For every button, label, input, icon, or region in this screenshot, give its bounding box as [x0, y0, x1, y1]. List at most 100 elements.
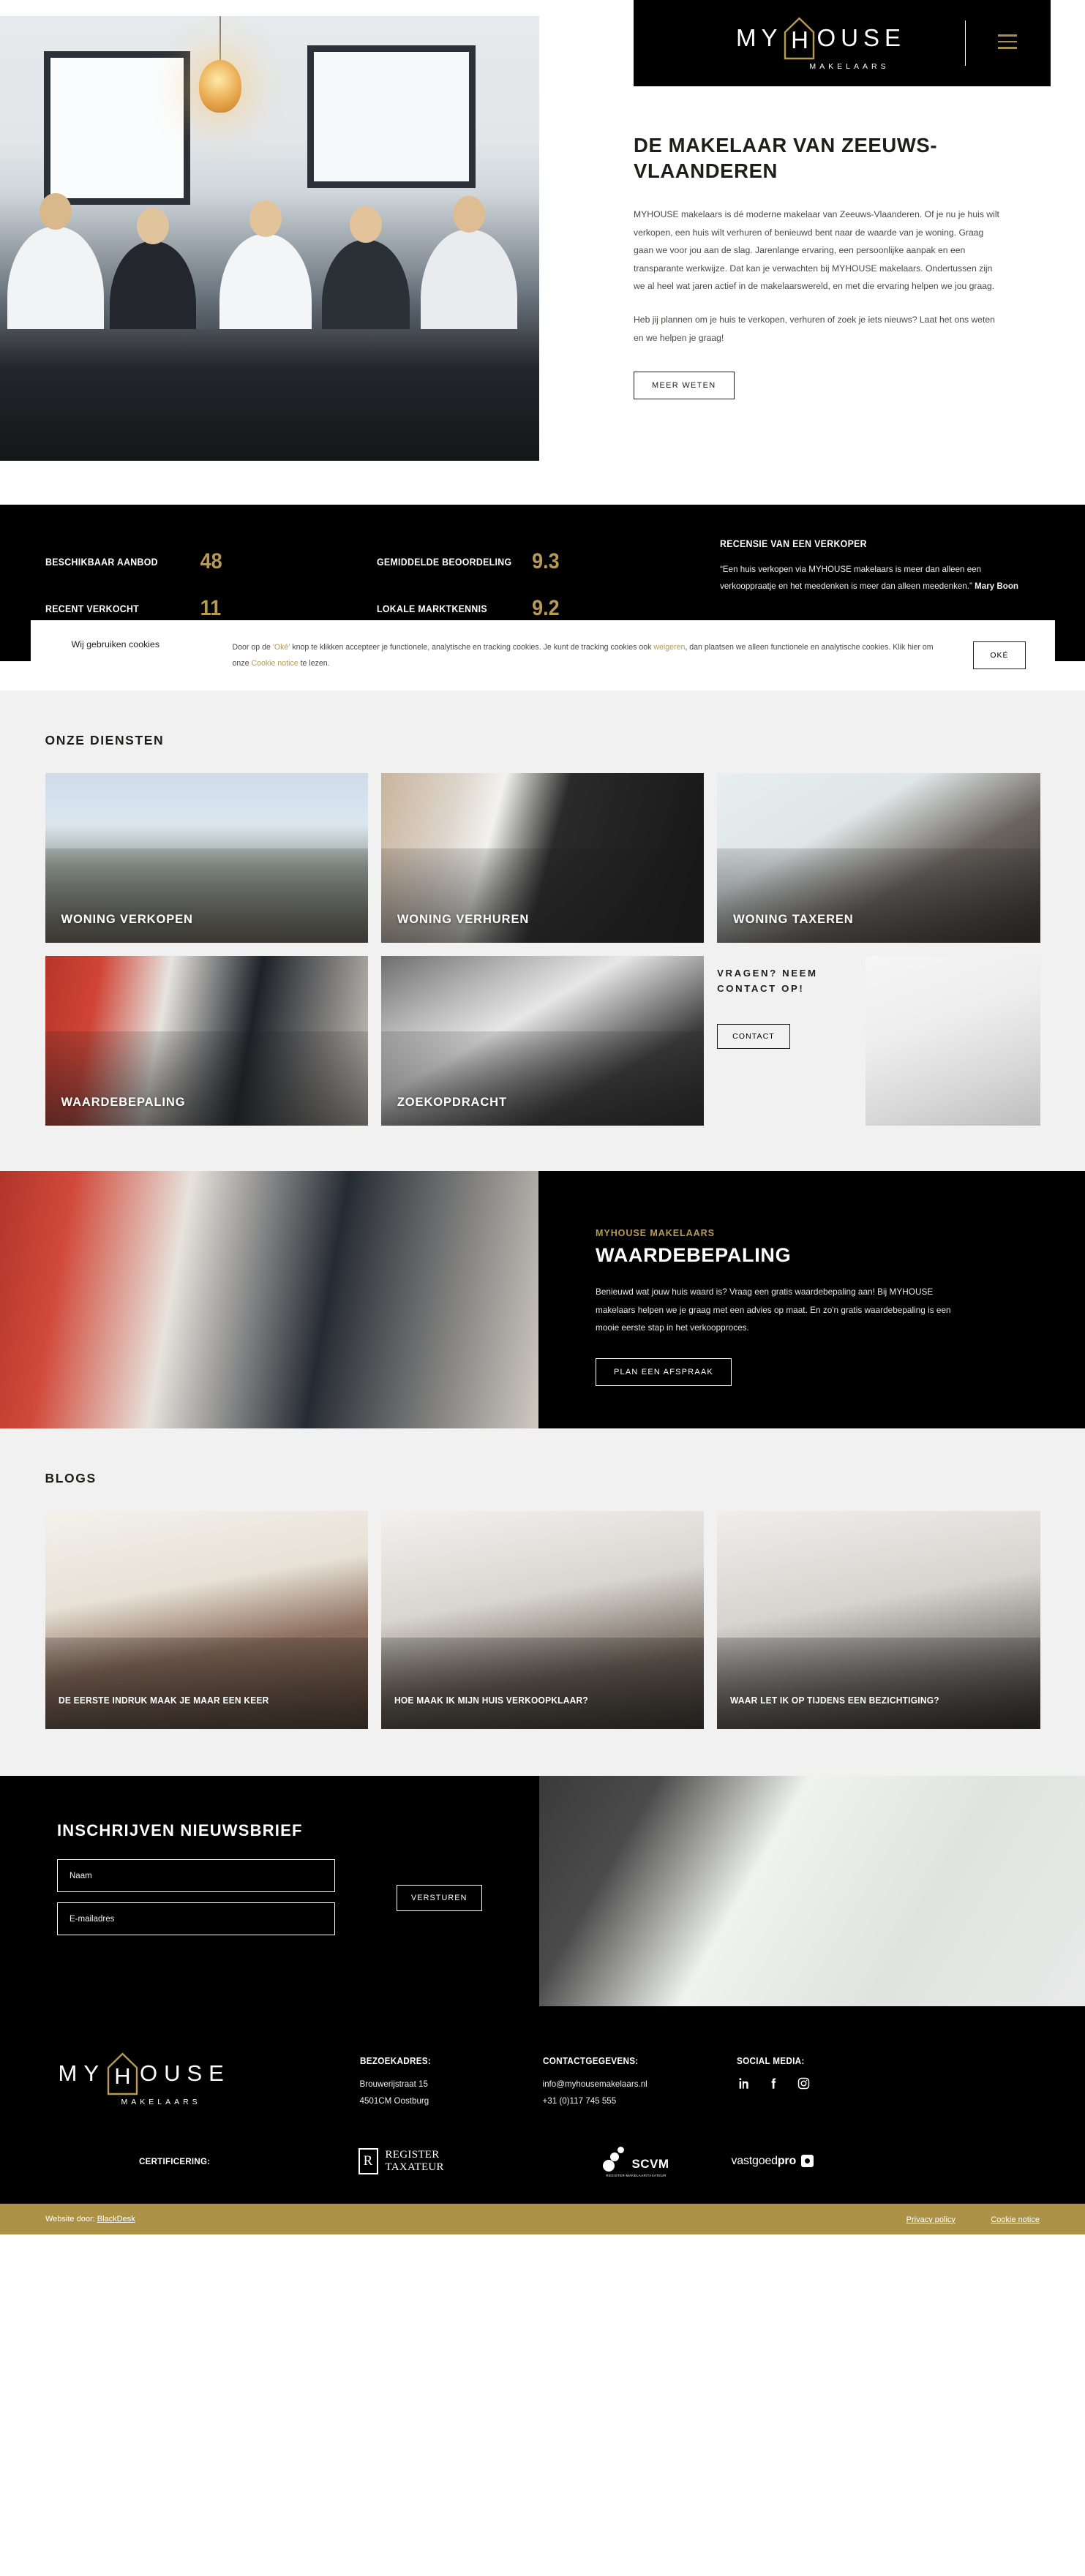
agent-red-door-photo — [0, 1171, 538, 1429]
stat-label: BESCHIKBAAR AANBOD — [45, 556, 158, 568]
logo-text-h: H — [791, 26, 808, 53]
hero-section: MY H OUSE MAKELAARS DE MAKELAAR VAN ZEEU… — [0, 0, 1085, 505]
footer-address-heading: BEZOEKADRES: — [359, 2056, 431, 2067]
blogs-heading: BLOGS — [45, 1471, 97, 1486]
footer-address-column: BEZOEKADRES: Brouwerijstraat 15 4501CM O… — [360, 2047, 543, 2109]
valuation-title: WAARDEBEPALING — [596, 1244, 792, 1267]
blackdesk-link[interactable]: BlackDesk — [97, 2215, 135, 2223]
service-card-label: WAARDEBEPALING — [61, 1096, 186, 1110]
blogs-section: BLOGS DE EERSTE INDRUK MAAK JE MAAR EEN … — [0, 1428, 1085, 1777]
service-card-woning-taxeren[interactable]: WONING TAXEREN — [717, 773, 1040, 944]
linkedin-icon[interactable] — [737, 2076, 751, 2090]
cookie-banner: Wij gebruiken cookies Door op de 'Oké' k… — [30, 620, 1055, 691]
newsletter-title: INSCHRIJVEN NIEUWSBRIEF — [57, 1821, 303, 1840]
scvm-logo: SCVM REGISTER-MAKELAAR/TAXATEUR — [541, 2145, 732, 2177]
page-root: MY H OUSE MAKELAARS DE MAKELAAR VAN ZEEU… — [0, 0, 1085, 2234]
house-icon: H — [107, 2052, 138, 2095]
stat-item: BESCHIKBAAR AANBOD 48 — [45, 538, 358, 585]
hero-paragraph-1: MYHOUSE makelaars is dé moderne makelaar… — [634, 209, 999, 291]
cookie-notice-link[interactable]: Cookie notice — [251, 659, 298, 668]
meer-weten-button[interactable]: MEER WETEN — [634, 372, 735, 400]
scvm-name: SCVM — [631, 2156, 669, 2171]
service-card-woning-verhuren[interactable]: WONING VERHUREN — [380, 773, 705, 944]
scvm-subtitle: REGISTER-MAKELAAR/TAXATEUR — [606, 2173, 667, 2177]
cookie-text-4: te lezen. — [298, 659, 330, 669]
footer-logo-subtitle: MAKELAARS — [121, 2098, 201, 2107]
service-card-zoekopdracht[interactable]: ZOEKOPDRACHT — [380, 956, 705, 1126]
footer-logo-text-ouse: OUSE — [140, 2060, 230, 2087]
service-card-label: WONING TAXEREN — [733, 913, 854, 927]
hero-content: MY H OUSE MAKELAARS DE MAKELAAR VAN ZEEU… — [634, 0, 1051, 400]
stat-label: LOKALE MARKTKENNIS — [376, 603, 487, 614]
service-card-label: WONING VERHUREN — [397, 913, 530, 927]
cookie-text: Door op de 'Oké' knop te klikken accepte… — [233, 639, 974, 671]
logo-text-ouse: OUSE — [816, 23, 906, 51]
bottom-bar: Website door: BlackDesk Privacy policy C… — [0, 2203, 1085, 2234]
review-author: Mary Boon — [975, 581, 1019, 592]
cookie-title: Wij gebruiken cookies — [71, 639, 160, 649]
newsletter-name-input[interactable] — [57, 1859, 335, 1893]
newsletter-submit-button[interactable]: VERSTUREN — [397, 1885, 482, 1912]
cookie-oke-link[interactable]: 'Oké' — [273, 643, 290, 652]
vastgoedpro-text-2: pro — [777, 2154, 797, 2167]
stats-column-middle: GEMIDDELDE BEOORDELING 9.3 LOKALE MARKTK… — [377, 538, 708, 632]
service-card-waardebepaling[interactable]: WAARDEBEPALING — [45, 956, 368, 1126]
blog-card[interactable]: DE EERSTE INDRUK MAAK JE MAAR EEN KEER — [45, 1511, 368, 1730]
valuation-kicker: MYHOUSE MAKELAARS — [596, 1228, 715, 1239]
footer-email[interactable]: info@myhousemakelaars.nl — [543, 2076, 737, 2093]
newsletter-email-input[interactable] — [57, 1902, 335, 1936]
service-card-woning-verkopen[interactable]: WONING VERKOPEN — [45, 773, 368, 944]
services-heading: ONZE DIENSTEN — [45, 733, 165, 748]
cookie-weigeren-link[interactable]: weigeren — [653, 643, 685, 652]
contact-button[interactable]: CONTACT — [717, 1023, 790, 1049]
privacy-policy-link[interactable]: Privacy policy — [906, 2215, 956, 2224]
stats-column-left: BESCHIKBAAR AANBOD 48 RECENT VERKOCHT 11 — [45, 538, 377, 632]
register-taxateur-line-1: REGISTER — [385, 2148, 440, 2161]
hamburger-icon[interactable] — [998, 34, 1017, 53]
cookie-accept-button[interactable]: OKÉ — [973, 641, 1026, 670]
register-taxateur-line-2: TAXATEUR — [385, 2161, 444, 2173]
site-credit-prefix: Website door: — [45, 2214, 97, 2223]
stat-label: RECENT VERKOCHT — [45, 603, 139, 614]
review-text: “Een huis verkopen via MYHOUSE makelaars… — [720, 561, 1021, 595]
valuation-section: MYHOUSE MAKELAARS WAARDEBEPALING Benieuw… — [0, 1171, 1085, 1429]
blog-card[interactable]: HOE MAAK IK MIJN HUIS VERKOOPKLAAR? — [380, 1511, 705, 1730]
certification-heading: CERTIFICERING: — [138, 2155, 210, 2166]
newsletter-form: VERSTUREN — [57, 1859, 539, 1936]
certification-row: CERTIFICERING: R REGISTER TAXATEUR SCVM … — [45, 2145, 1040, 2177]
facebook-icon[interactable] — [767, 2076, 781, 2090]
page-title: DE MAKELAAR VAN ZEEUWS-VLAANDEREN — [634, 134, 938, 182]
footer-logo[interactable]: MY H OUSE MAKELAARS — [45, 2047, 360, 2106]
services-grid: WONING VERKOPEN WONING VERHUREN WONING T… — [45, 773, 1040, 1171]
stat-label: GEMIDDELDE BEOORDELING — [376, 556, 512, 568]
site-footer: MY H OUSE MAKELAARS BEZOEKADRES: Brouwer… — [0, 2006, 1085, 2204]
stat-value: 9.3 — [531, 549, 560, 573]
footer-social-column: SOCIAL MEDIA: — [737, 2047, 927, 2090]
valuation-panel: MYHOUSE MAKELAARS WAARDEBEPALING Benieuw… — [538, 1171, 1085, 1429]
vastgoedpro-text-1: vastgoed — [731, 2154, 778, 2167]
register-taxateur-logo: R REGISTER TAXATEUR — [358, 2147, 541, 2174]
footer-address-line-2: 4501CM Oostburg — [359, 2096, 429, 2106]
footer-address-line-1: Brouwerijstraat 15 — [359, 2079, 428, 2090]
vastgoedpro-logo: vastgoedpro — [732, 2155, 814, 2168]
site-logo[interactable]: MY H OUSE MAKELAARS — [736, 16, 906, 71]
hero-paragraph-2: Heb jij plannen om je huis te verkopen, … — [634, 315, 995, 343]
plan-afspraak-button[interactable]: PLAN EEN AFSPRAAK — [596, 1357, 732, 1386]
footer-phone[interactable]: +31 (0)117 745 555 — [543, 2093, 737, 2110]
cookie-notice-link-footer[interactable]: Cookie notice — [991, 2215, 1040, 2224]
couple-with-signs-photo — [866, 956, 1040, 1126]
footer-contact-column: CONTACTGEGEVENS: info@myhousemakelaars.n… — [543, 2047, 737, 2109]
instagram-icon[interactable] — [797, 2076, 811, 2090]
footer-logo-text-h: H — [114, 2063, 131, 2090]
stat-item: GEMIDDELDE BEOORDELING 9.3 — [377, 538, 689, 585]
stat-value: 11 — [200, 596, 221, 620]
pendant-lamp-icon — [199, 60, 241, 113]
blog-card[interactable]: WAAR LET IK OP TIJDENS EEN BEZICHTIGING? — [717, 1511, 1040, 1730]
contact-cta-heading: VRAGEN? NEEM CONTACT OP! — [717, 968, 818, 994]
phone-typing-photo — [539, 1776, 1085, 2007]
logo-text-my: MY — [735, 23, 783, 51]
services-section: ONZE DIENSTEN WONING VERKOPEN WONING VER… — [0, 690, 1085, 1172]
logo-subtitle: MAKELAARS — [809, 61, 890, 71]
review-quote: “Een huis verkopen via MYHOUSE makelaars… — [720, 565, 982, 592]
stat-value: 9.2 — [531, 596, 560, 620]
